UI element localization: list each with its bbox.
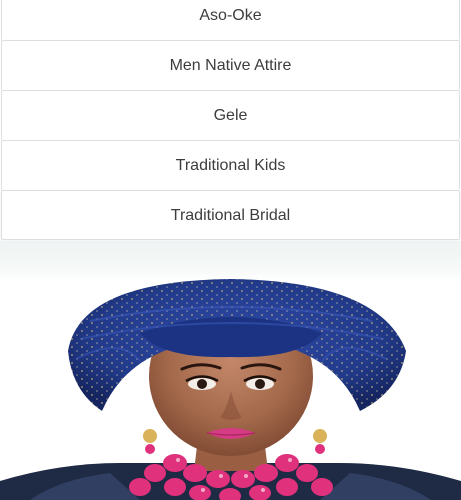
page: Aso-Oke Men Native Attire Gele Tradition… bbox=[0, 0, 461, 500]
menu-item-traditional-bridal[interactable]: Traditional Bridal bbox=[1, 190, 460, 240]
menu-item-label: Aso-Oke bbox=[199, 7, 262, 24]
menu-item-label: Traditional Bridal bbox=[170, 207, 291, 224]
menu-item-gele[interactable]: Gele bbox=[1, 90, 460, 140]
category-menu: Aso-Oke Men Native Attire Gele Tradition… bbox=[0, 0, 461, 240]
woman-in-blue-gele-photo bbox=[0, 279, 461, 500]
menu-item-traditional-kids[interactable]: Traditional Kids bbox=[1, 140, 460, 190]
hero-image bbox=[0, 241, 461, 500]
menu-item-men-native-attire[interactable]: Men Native Attire bbox=[1, 40, 460, 90]
menu-item-label: Men Native Attire bbox=[169, 57, 292, 74]
menu-item-label: Gele bbox=[213, 107, 248, 124]
menu-item-label: Traditional Kids bbox=[175, 157, 286, 174]
menu-item-aso-oke[interactable]: Aso-Oke bbox=[1, 0, 460, 40]
